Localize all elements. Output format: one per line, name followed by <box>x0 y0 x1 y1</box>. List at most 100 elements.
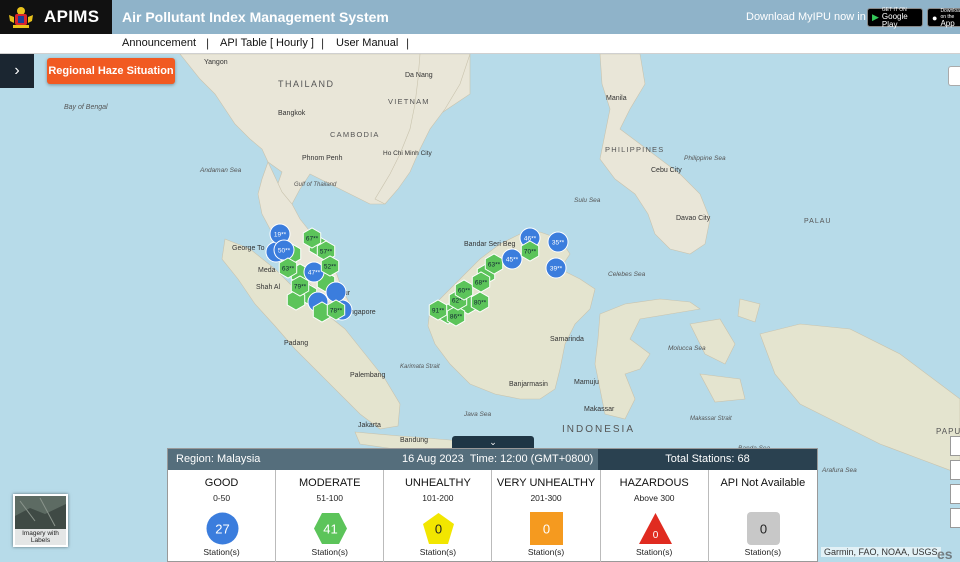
station-value: 50** <box>278 248 291 255</box>
label-indonesia: INDONESIA <box>562 424 635 435</box>
label-thailand: THAILAND <box>278 79 335 89</box>
category-very-unhealthy[interactable]: VERY UNHEALTHY 201-300 0 Station(s) <box>492 470 601 562</box>
top-bar: APIMS Air Pollutant Index Management Sys… <box>0 0 960 34</box>
label-makassar-strait: Makassar Strait <box>690 416 732 422</box>
category-range: 51-100 <box>316 493 343 503</box>
download-text: Download MyIPU now in <box>746 11 866 23</box>
station-value: 52** <box>324 264 337 271</box>
label-palau: PALAU <box>804 218 831 225</box>
google-play-label: Google Play <box>881 11 908 29</box>
circle-icon: 27 <box>206 512 239 545</box>
nav-separator: | <box>321 36 325 50</box>
sidebar-toggle-button[interactable]: › <box>0 54 34 88</box>
nav-bar: Announcement | API Table [ Hourly ] | Us… <box>0 34 960 54</box>
station-value: 39** <box>550 266 563 273</box>
label-vietnam: VIETNAM <box>388 97 430 106</box>
label-singapore: ngapore <box>350 309 376 316</box>
map-tool-button[interactable] <box>948 66 960 86</box>
station-value: 47** <box>308 270 321 277</box>
basemap-toggle[interactable]: Imagery with Labels <box>13 494 68 547</box>
category-label: GOOD <box>204 477 239 489</box>
station-unit-label: Station(s) <box>419 547 457 557</box>
station-value: 91** <box>432 308 445 315</box>
app-store-small: Download on the <box>940 7 960 20</box>
label-bangkok: Bangkok <box>278 110 306 117</box>
label-philippines: PHILIPPINES <box>605 145 664 154</box>
label-george-town: George To <box>232 245 265 252</box>
regional-haze-button[interactable]: Regional Haze Situation <box>47 58 175 84</box>
google-play-icon: ▶ <box>872 12 879 22</box>
esri-logo: es <box>937 546 953 562</box>
time-label: Time: 12:00 (GMT+0800) <box>469 453 594 465</box>
category-moderate[interactable]: MODERATE 51-100 41 Station(s) <box>276 470 385 562</box>
label-bay-of-bengal: Bay of Bengal <box>64 104 108 111</box>
pentagon-icon: 0 <box>422 512 455 545</box>
station-value: 63** <box>488 262 501 269</box>
label-molucca-sea: Molucca Sea <box>668 345 706 352</box>
label-medan: Meda <box>258 267 276 274</box>
station-marker-good[interactable] <box>325 281 347 303</box>
label-gulf-of-thailand: Gulf of Thailand <box>294 182 337 188</box>
label-arafura-sea: Arafura Sea <box>821 467 857 474</box>
app-store-label: App <box>940 18 955 28</box>
category-api-not-available[interactable]: API Not Available 0 Station(s) <box>709 470 817 562</box>
square-icon: 0 <box>530 512 564 545</box>
station-unit-label: Station(s) <box>311 547 348 557</box>
label-shah-alam: Shah Al <box>256 284 281 291</box>
category-range: 101-200 <box>422 493 454 503</box>
category-count: 27 <box>215 522 229 537</box>
category-hazardous[interactable]: HAZARDOUS Above 300 0 Station(s) <box>601 470 709 562</box>
label-yangon: Yangon <box>204 59 228 66</box>
tool-button[interactable] <box>950 484 960 504</box>
tool-button[interactable] <box>950 460 960 480</box>
tool-button[interactable] <box>950 436 960 456</box>
category-label: VERY UNHEALTHY <box>496 477 596 489</box>
nav-announcement[interactable]: Announcement <box>122 37 196 49</box>
label-karimata-strait: Karimata Strait <box>400 364 440 370</box>
datetime: 16 Aug 2023 Time: 12:00 (GMT+0800) <box>402 453 593 465</box>
panel-header: Region: Malaysia 16 Aug 2023 Time: 12:00… <box>168 449 817 470</box>
category-range: Above 300 <box>633 493 675 503</box>
label-cebu-city: Cebu City <box>651 167 682 174</box>
category-label: UNHEALTHY <box>404 477 471 489</box>
category-range: 0-50 <box>213 493 231 503</box>
label-mamuju: Mamuju <box>574 379 599 386</box>
system-title: Air Pollutant Index Management System <box>122 9 389 25</box>
label-bandung: Bandung <box>400 437 428 444</box>
station-value: 67** <box>306 236 319 243</box>
category-cells: GOOD 0-50 27 Station(s) MODERATE 51-100 41 Stat… <box>168 470 817 562</box>
tool-button[interactable] <box>950 508 960 528</box>
label-palembang: Palembang <box>350 372 386 379</box>
google-play-badge[interactable]: ▶ GET IT ON Google Play <box>867 7 923 29</box>
label-banjarmasin: Banjarmasin <box>509 381 548 388</box>
station-value: 68** <box>475 280 488 287</box>
category-count: 0 <box>652 530 658 541</box>
nav-separator: | <box>206 36 210 50</box>
label-philippine-sea: Philippine Sea <box>684 155 726 162</box>
label-phnom-penh: Phnom Penh <box>302 155 343 162</box>
nav-user-manual[interactable]: User Manual <box>336 37 398 49</box>
satellite-thumbnail-icon <box>15 496 66 529</box>
malaysia-crest-icon <box>6 4 36 30</box>
category-count: 0 <box>543 522 550 537</box>
app-store-badge[interactable]: ● Download on theApp <box>927 8 960 27</box>
category-count: 41 <box>323 522 337 537</box>
station-value: 35** <box>552 240 565 247</box>
label-java-sea: Java Sea <box>463 411 491 418</box>
station-value: 86** <box>450 314 463 321</box>
label-papua: PAPU <box>936 427 960 436</box>
category-count: 0 <box>435 522 442 537</box>
brand[interactable]: APIMS <box>0 0 112 34</box>
station-unit-label: Station(s) <box>203 547 240 557</box>
label-celebes-sea: Celebes Sea <box>608 271 646 278</box>
apple-icon: ● <box>932 12 938 23</box>
map-attribution: Garmin, FAO, NOAA, USGS <box>821 547 941 557</box>
nav-api-table[interactable]: API Table [ Hourly ] <box>220 37 314 49</box>
category-unhealthy[interactable]: UNHEALTHY 101-200 0 Station(s) <box>384 470 493 562</box>
label-andaman-sea: Andaman Sea <box>199 167 242 174</box>
category-good[interactable]: GOOD 0-50 27 Station(s) <box>168 470 277 562</box>
label-davao-city: Davao City <box>676 215 711 222</box>
station-value: 63** <box>282 266 295 273</box>
triangle-icon: 0 <box>638 512 672 545</box>
category-label: API Not Available <box>720 477 806 489</box>
